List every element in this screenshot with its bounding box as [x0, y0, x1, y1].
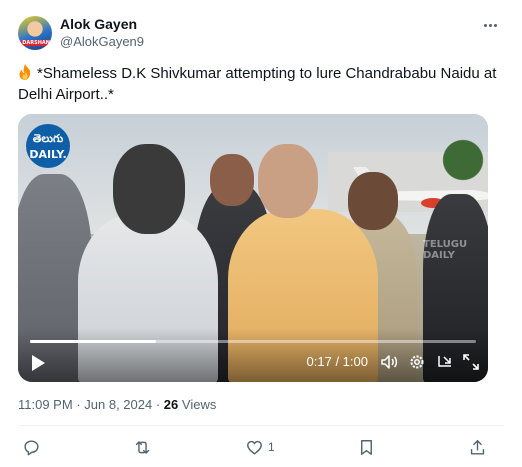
- tweet-time[interactable]: 11:09 PM: [18, 397, 73, 412]
- video-controls: 0:17 / 1:00: [18, 328, 488, 382]
- like-count: 1: [268, 440, 275, 454]
- progress-fill: [30, 340, 157, 343]
- views-label: Views: [181, 397, 217, 412]
- tweet-text: *Shameless D.K Shivkumar attempting to l…: [18, 63, 498, 105]
- settings-icon[interactable]: [408, 353, 426, 371]
- avatar[interactable]: DARSHAN: [18, 16, 52, 50]
- author-handle[interactable]: @AlokGayen9: [60, 34, 144, 49]
- views-count: 26: [163, 397, 179, 412]
- video-person: [113, 144, 185, 234]
- retweet-button[interactable]: [133, 436, 156, 458]
- reply-button[interactable]: [22, 436, 45, 458]
- avatar-tag: DARSHAN: [21, 40, 51, 46]
- bookmark-icon: [361, 439, 372, 455]
- meta-separator: ·: [155, 397, 164, 412]
- channel-logo: తెలుగు DAILY.: [26, 124, 70, 168]
- watermark: TELUGU DAILY: [423, 239, 468, 261]
- author-name[interactable]: Alok Gayen: [60, 16, 137, 32]
- share-button[interactable]: [468, 436, 491, 458]
- video-person: [258, 144, 318, 218]
- reply-icon: [24, 439, 39, 455]
- divider: [18, 425, 504, 426]
- volume-icon[interactable]: [380, 353, 398, 371]
- heart-icon: [247, 440, 262, 455]
- video-player[interactable]: తెలుగు DAILY. TELUGU DAILY 0:17 / 1:00: [18, 114, 488, 382]
- progress-bar[interactable]: [30, 340, 476, 343]
- video-person: [210, 154, 254, 206]
- bookmark-button[interactable]: [357, 436, 380, 458]
- share-icon: [470, 439, 485, 455]
- channel-logo-line1: తెలుగు: [32, 132, 64, 145]
- like-button[interactable]: 1: [245, 436, 275, 458]
- tweet-meta: 11:09 PM · Jun 8, 2024 · 26 Views: [18, 397, 216, 412]
- fullscreen-icon[interactable]: [462, 353, 480, 371]
- more-options-icon[interactable]: [480, 17, 500, 33]
- video-person: [348, 172, 398, 230]
- play-icon[interactable]: [30, 354, 46, 372]
- fire-icon: [19, 64, 31, 80]
- tweet-date[interactable]: Jun 8, 2024: [84, 397, 152, 412]
- channel-logo-line2: DAILY.: [29, 148, 67, 161]
- retweet-icon: [135, 440, 150, 454]
- tweet-card: DARSHAN Alok Gayen @AlokGayen9 *Shameles…: [0, 0, 522, 467]
- tweet-text-body: *Shameless D.K Shivkumar attempting to l…: [18, 65, 497, 103]
- pip-icon[interactable]: [436, 353, 454, 371]
- time-display: 0:17 / 1:00: [306, 354, 368, 369]
